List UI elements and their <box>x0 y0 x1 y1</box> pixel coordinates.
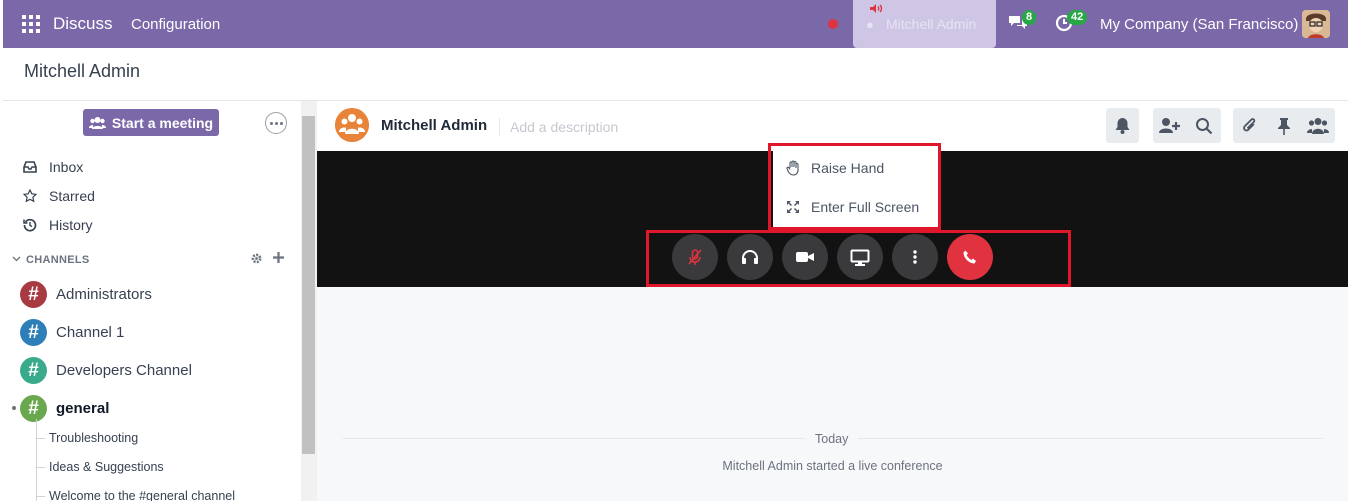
thread-name: Mitchell Admin <box>381 117 488 134</box>
channel-general[interactable]: # general <box>20 395 109 422</box>
channel-channel-1[interactable]: # Channel 1 <box>20 319 124 346</box>
thread-tree-line <box>36 419 37 501</box>
activity-menu[interactable]: 42 <box>1054 10 1088 38</box>
unread-indicator-icon <box>12 406 16 410</box>
add-user-icon[interactable] <box>1153 108 1187 143</box>
discuss-sidebar: Start a meeting Inbox Starred History CH… <box>3 101 301 501</box>
group-icon <box>88 117 106 129</box>
company-switcher[interactable]: My Company (San Francisco) <box>1100 16 1298 33</box>
gear-icon[interactable] <box>250 252 263 268</box>
sidebar-item-starred[interactable]: Starred <box>22 188 95 204</box>
start-meeting-button[interactable]: Start a meeting <box>83 109 219 136</box>
page-title: Mitchell Admin <box>24 61 141 81</box>
call-user-name: Mitchell Admin <box>886 16 977 32</box>
star-icon <box>22 189 38 203</box>
channel-name: general <box>56 400 110 417</box>
add-channel-icon[interactable] <box>272 251 285 267</box>
search-icon[interactable] <box>1187 108 1221 143</box>
hashtag-icon: # <box>20 281 47 308</box>
channel-developers[interactable]: # Developers Channel <box>20 357 192 384</box>
thread-actions-group <box>1233 108 1335 143</box>
top-navbar: Discuss Configuration ● Mitchell Admin 8… <box>3 0 1348 48</box>
recording-indicator-icon <box>828 19 838 29</box>
pin-icon[interactable] <box>1267 108 1301 143</box>
sidebar-item-inbox[interactable]: Inbox <box>22 159 83 175</box>
notification-message: Mitchell Admin started a live conference <box>722 459 943 473</box>
chat-count-badge: 8 <box>1022 10 1037 25</box>
members-icon[interactable] <box>1301 108 1335 143</box>
sidebar-item-label: Starred <box>49 188 95 204</box>
messages-menu[interactable]: 8 <box>1007 10 1037 38</box>
thread-description-input[interactable]: Add a description <box>510 119 618 135</box>
channels-section-header[interactable]: CHANNELS <box>12 251 290 269</box>
channel-administrators[interactable]: # Administrators <box>20 281 152 308</box>
date-separator: Today <box>805 432 859 446</box>
scrollbar-thumb[interactable] <box>302 116 315 454</box>
members-search-group <box>1153 108 1221 143</box>
start-meeting-label: Start a meeting <box>111 114 214 131</box>
sidebar-item-label: Inbox <box>49 159 84 175</box>
hashtag-icon: # <box>20 357 47 384</box>
bell-icon[interactable] <box>1106 108 1139 143</box>
channels-label: CHANNELS <box>26 254 90 266</box>
activity-count-badge: 42 <box>1067 10 1088 25</box>
notifications-group <box>1106 108 1139 143</box>
message-list: Today Mitchell Admin started a live conf… <box>317 287 1348 501</box>
hashtag-icon: # <box>20 319 47 346</box>
app-switcher-icon[interactable] <box>22 15 40 33</box>
more-options-icon[interactable] <box>265 112 287 134</box>
history-icon <box>22 218 38 232</box>
sidebar-item-label: History <box>49 217 93 233</box>
user-icon: ● <box>866 17 874 32</box>
thread-tree-tick <box>36 438 45 439</box>
chevron-down-icon[interactable] <box>12 254 21 266</box>
paperclip-icon[interactable] <box>1233 108 1267 143</box>
sub-thread-welcome[interactable]: Welcome to the #general channel <box>49 489 235 501</box>
sidebar-scrollbar[interactable] <box>301 101 317 501</box>
hashtag-icon: # <box>20 395 47 422</box>
active-call-indicator[interactable]: ● Mitchell Admin <box>853 0 996 48</box>
channel-name: Channel 1 <box>56 324 125 341</box>
sub-thread-ideas[interactable]: Ideas & Suggestions <box>49 460 164 474</box>
menu-highlight-box <box>768 143 941 230</box>
user-avatar[interactable] <box>1302 10 1330 38</box>
app-name[interactable]: Discuss <box>53 14 113 34</box>
thread-avatar <box>335 108 369 142</box>
sidebar-item-history[interactable]: History <box>22 217 93 233</box>
menu-configuration[interactable]: Configuration <box>131 16 220 33</box>
controls-highlight-box <box>646 230 1071 287</box>
discuss-app: Discuss Configuration ● Mitchell Admin 8… <box>3 0 1348 501</box>
header-divider <box>499 118 500 136</box>
control-panel: Mitchell Admin <box>3 48 1348 101</box>
channel-name: Developers Channel <box>56 362 192 379</box>
thread-tree-tick <box>36 467 45 468</box>
thread-tree-tick <box>36 496 45 497</box>
inbox-icon <box>22 161 38 173</box>
sub-thread-troubleshooting[interactable]: Troubleshooting <box>49 431 138 445</box>
channel-name: Administrators <box>56 286 152 303</box>
